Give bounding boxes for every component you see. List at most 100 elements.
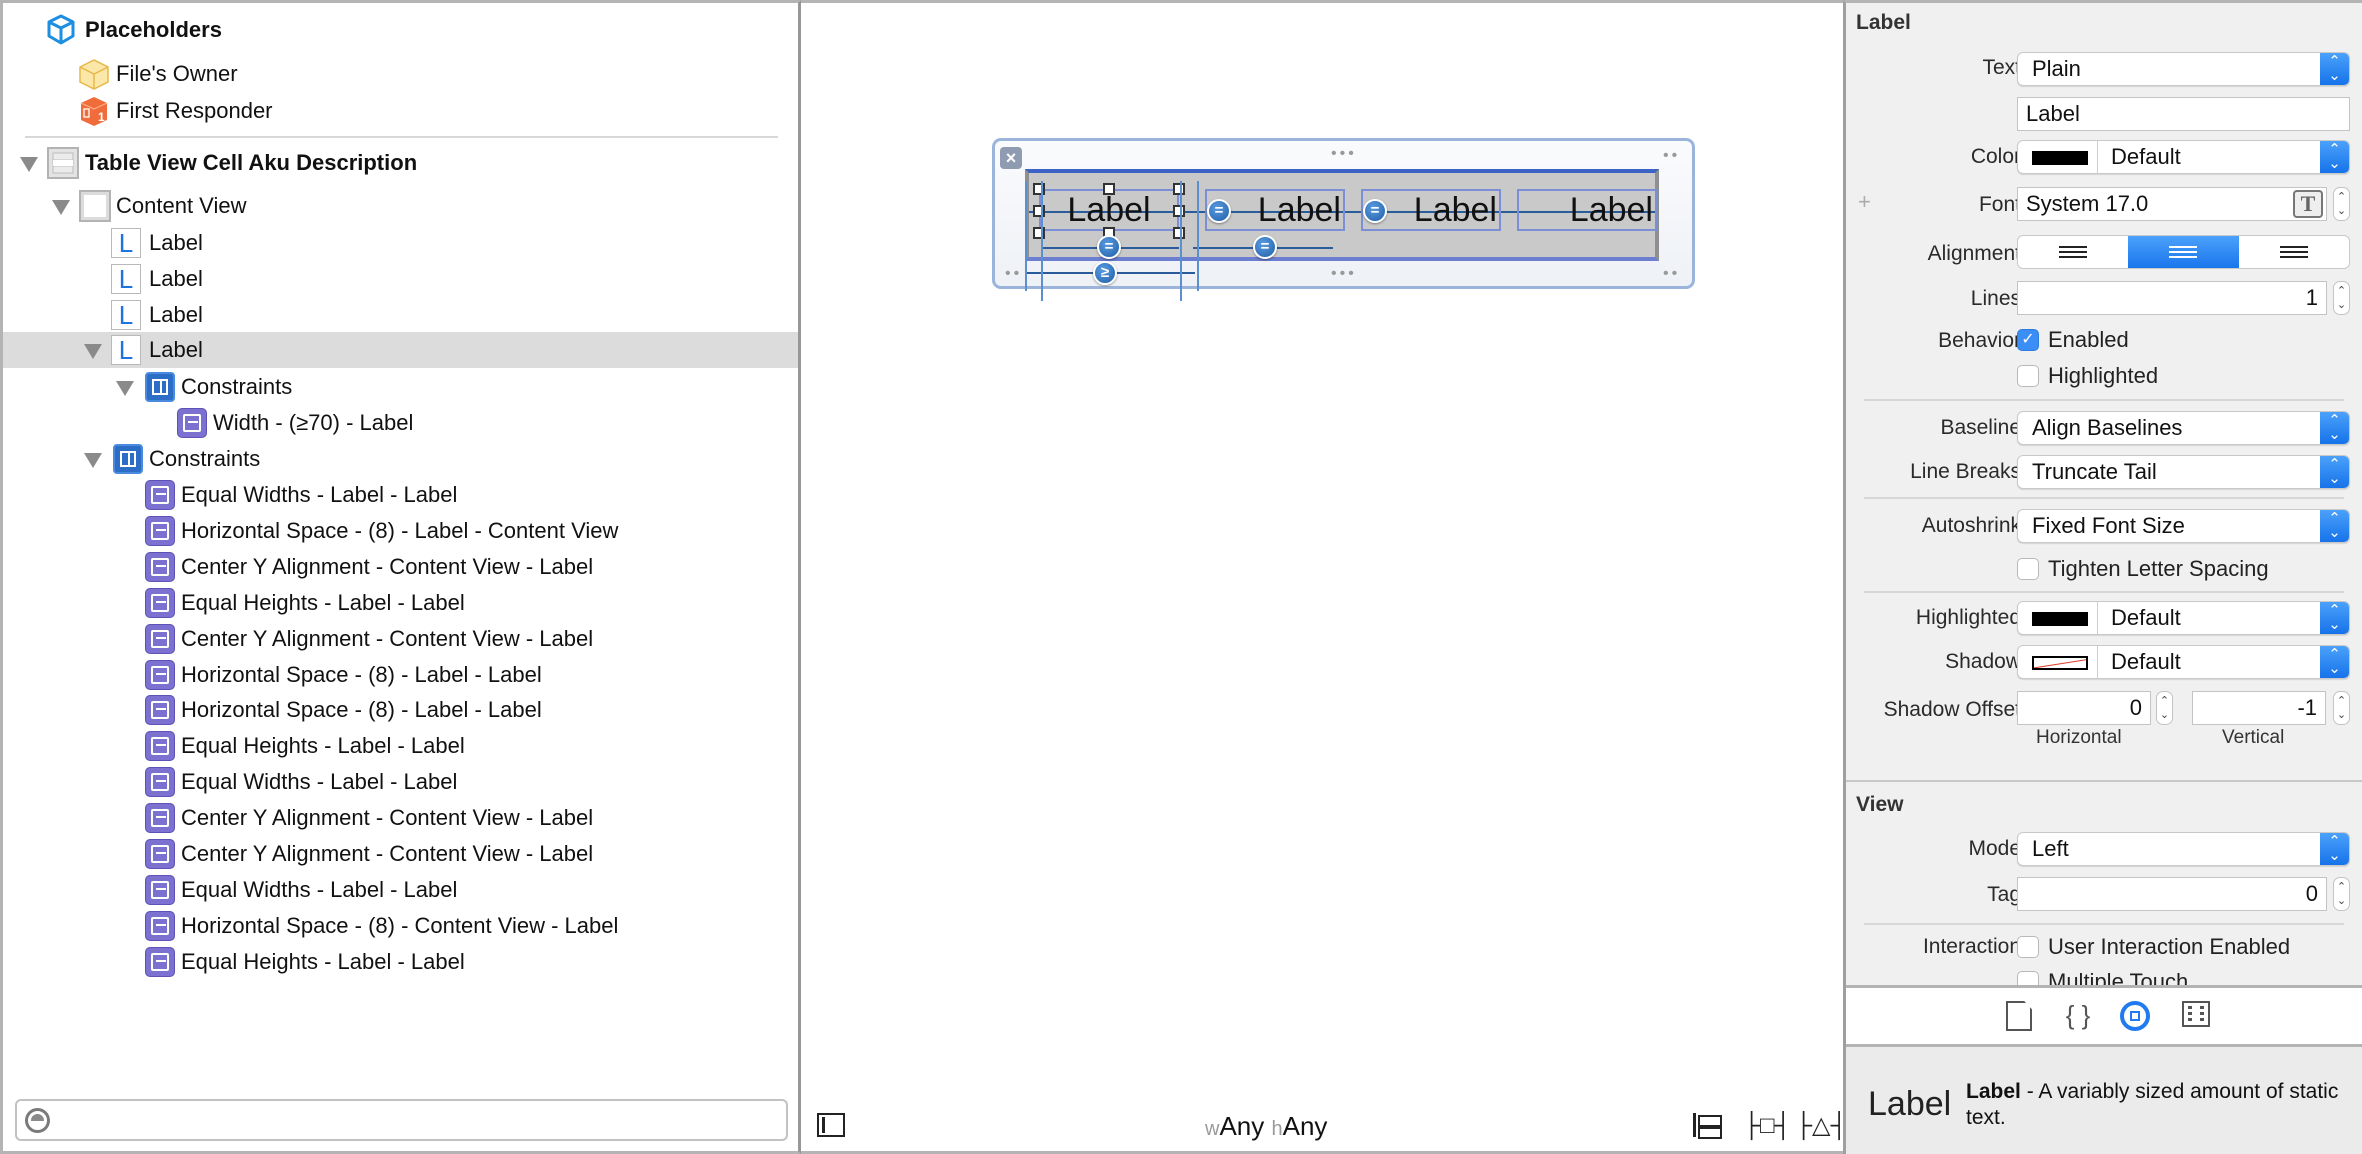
media-library-icon[interactable] bbox=[2182, 1001, 2210, 1027]
outline-item-content-view[interactable]: Content View bbox=[3, 188, 798, 224]
multiple-touch-checkbox[interactable] bbox=[2017, 971, 2039, 985]
font-size-stepper[interactable]: ⌃ ⌄ bbox=[2333, 187, 2350, 221]
outline-item-constraint[interactable]: Center Y Alignment - Content View - Labe… bbox=[3, 800, 798, 836]
file-template-library-icon[interactable] bbox=[2006, 1001, 2032, 1031]
mode-value: Left bbox=[2032, 836, 2069, 861]
toggle-document-outline-button[interactable] bbox=[817, 1113, 845, 1137]
text-type-popup[interactable]: Plain ⌃ ⌄ bbox=[2017, 52, 2350, 86]
resize-handle[interactable] bbox=[1033, 205, 1045, 217]
outline-filter-input[interactable] bbox=[61, 1105, 778, 1135]
outline-item-label[interactable]: L Label bbox=[3, 225, 798, 261]
code-snippet-library-icon[interactable]: { } bbox=[2063, 1001, 2093, 1031]
resize-handle[interactable] bbox=[1173, 183, 1185, 195]
pin-constraints-icon[interactable]: ├□┤ bbox=[1743, 1113, 1792, 1139]
outline-item-width-constraint[interactable]: Width - (≥70) - Label bbox=[3, 405, 798, 441]
disclosure-triangle-expanded-icon[interactable] bbox=[20, 157, 38, 172]
outline-item-constraint[interactable]: Equal Widths - Label - Label bbox=[3, 764, 798, 800]
tag-field[interactable] bbox=[2017, 877, 2327, 911]
align-left-segment[interactable] bbox=[2018, 236, 2128, 268]
font-picker-icon[interactable]: T bbox=[2293, 190, 2323, 218]
size-class-button[interactable]: wAny hAny bbox=[1205, 1111, 1327, 1142]
disclosure-triangle-expanded-icon[interactable] bbox=[116, 381, 134, 396]
line-breaks-popup[interactable]: Truncate Tail ⌃ ⌄ bbox=[2017, 455, 2350, 489]
content-view[interactable]: Label Label Label Label = = = = bbox=[1025, 169, 1659, 261]
canvas-label-selected[interactable]: Label bbox=[1039, 189, 1179, 231]
align-center-segment[interactable] bbox=[2128, 236, 2239, 268]
files-owner-cube-icon bbox=[79, 59, 109, 90]
constraints-group-label: Constraints bbox=[181, 374, 293, 399]
outline-item-constraint[interactable]: Equal Heights - Label - Label bbox=[3, 944, 798, 980]
object-library-icon[interactable] bbox=[2120, 1001, 2150, 1031]
align-icon[interactable] bbox=[1691, 1113, 1722, 1139]
interface-builder-canvas[interactable]: × ••• ••• •• •• •• Label Label Label Lab… bbox=[801, 0, 1847, 1154]
outline-placeholders-header[interactable]: Placeholders bbox=[3, 12, 798, 48]
user-interaction-enabled-checkbox[interactable] bbox=[2017, 936, 2039, 958]
outline-item-constraint[interactable]: Center Y Alignment - Content View - Labe… bbox=[3, 549, 798, 585]
shadow-offset-horizontal-field[interactable] bbox=[2017, 691, 2151, 725]
width-gte-badge[interactable]: ≥ bbox=[1093, 261, 1117, 285]
text-color-popup[interactable]: Default ⌃ ⌄ bbox=[2017, 140, 2350, 174]
equal-constraint-badge[interactable]: = bbox=[1207, 199, 1231, 223]
autoshrink-popup[interactable]: Fixed Font Size ⌃ ⌄ bbox=[2017, 509, 2350, 543]
outline-item-label[interactable]: L Label bbox=[3, 297, 798, 333]
equal-width-badge[interactable]: = bbox=[1097, 235, 1121, 259]
outline-item-constraint[interactable]: Horizontal Space - (8) - Label - Label bbox=[3, 692, 798, 728]
outline-item-constraint[interactable]: Center Y Alignment - Content View - Labe… bbox=[3, 836, 798, 872]
canvas-label[interactable]: Label bbox=[1517, 189, 1657, 231]
outline-item-constraint[interactable]: Horizontal Space - (8) - Label - Content… bbox=[3, 513, 798, 549]
resize-handle[interactable] bbox=[1033, 183, 1045, 195]
resize-handle[interactable] bbox=[1033, 227, 1045, 239]
equal-constraint-badge[interactable]: = bbox=[1363, 199, 1387, 223]
align-right-segment[interactable] bbox=[2239, 236, 2349, 268]
lines-stepper[interactable]: ⌃ ⌄ bbox=[2333, 281, 2350, 315]
tag-stepper[interactable]: ⌃ ⌄ bbox=[2333, 877, 2350, 911]
highlighted-checkbox[interactable] bbox=[2017, 365, 2039, 387]
outline-item-files-owner[interactable]: File's Owner bbox=[3, 56, 798, 92]
library-item-description[interactable]: Label Label - A variably sized amount of… bbox=[1846, 1047, 2362, 1154]
tighten-letter-spacing-checkbox[interactable] bbox=[2017, 558, 2039, 580]
outline-item-first-responder[interactable]: 1 First Responder bbox=[3, 93, 798, 129]
label-text-field[interactable] bbox=[2017, 97, 2350, 131]
highlighted-color-popup[interactable]: Default ⌃ ⌄ bbox=[2017, 601, 2350, 635]
attributes-inspector: Label Text Plain ⌃⌄ Color Default ⌃⌄ + F… bbox=[1843, 0, 2362, 1154]
shadow-label: Shadow bbox=[1945, 650, 2021, 673]
resize-handle[interactable] bbox=[1173, 205, 1185, 217]
outline-filter-field[interactable] bbox=[15, 1099, 788, 1141]
badge-glyph: = bbox=[1104, 238, 1114, 255]
disclosure-triangle-expanded-icon[interactable] bbox=[84, 453, 102, 468]
outline-item-constraint[interactable]: Equal Heights - Label - Label bbox=[3, 728, 798, 764]
font-field[interactable]: System 17.0 T bbox=[2017, 187, 2327, 221]
outline-item-constraint[interactable]: Equal Heights - Label - Label bbox=[3, 585, 798, 621]
table-view-cell-scene[interactable]: × ••• ••• •• •• •• Label Label Label Lab… bbox=[992, 138, 1695, 301]
outline-item-constraints[interactable]: Constraints bbox=[3, 441, 798, 477]
resize-handle[interactable] bbox=[1103, 183, 1115, 195]
shadow-vertical-stepper[interactable]: ⌃ ⌄ bbox=[2333, 691, 2350, 725]
outline-item-table-view-cell[interactable]: Table View Cell Aku Description bbox=[3, 145, 798, 181]
disclosure-triangle-expanded-icon[interactable] bbox=[84, 344, 102, 359]
outline-item-constraint[interactable]: Center Y Alignment - Content View - Labe… bbox=[3, 621, 798, 657]
constraint-text: Horizontal Space - (8) - Label - Label bbox=[181, 697, 542, 723]
enabled-checkbox[interactable]: ✓ bbox=[2017, 329, 2039, 351]
disclosure-triangle-expanded-icon[interactable] bbox=[52, 200, 70, 215]
shadow-offset-vertical-field[interactable] bbox=[2192, 691, 2326, 725]
outline-item-label-constraints[interactable]: Constraints bbox=[3, 369, 798, 405]
add-font-variation-button[interactable]: + bbox=[1858, 189, 1871, 215]
outline-item-constraint[interactable]: Equal Widths - Label - Label bbox=[3, 477, 798, 513]
shadow-horizontal-stepper[interactable]: ⌃ ⌄ bbox=[2156, 691, 2173, 725]
baseline-popup[interactable]: Align Baselines ⌃ ⌄ bbox=[2017, 411, 2350, 445]
outline-item-constraint[interactable]: Equal Widths - Label - Label bbox=[3, 872, 798, 908]
equal-width-badge[interactable]: = bbox=[1253, 235, 1277, 259]
outline-item-constraint[interactable]: Horizontal Space - (8) - Label - Label bbox=[3, 657, 798, 693]
lines-field[interactable] bbox=[2017, 281, 2327, 315]
alignment-segmented-control[interactable] bbox=[2017, 235, 2350, 269]
outline-item-label[interactable]: L Label bbox=[3, 261, 798, 297]
inspector-scroll-area[interactable]: Label Text Plain ⌃⌄ Color Default ⌃⌄ + F… bbox=[1846, 3, 2362, 985]
resize-handle[interactable] bbox=[1173, 227, 1185, 239]
outline-item-constraint[interactable]: Horizontal Space - (8) - Content View - … bbox=[3, 908, 798, 944]
close-scene-icon[interactable]: × bbox=[1000, 147, 1022, 169]
color-value: Default bbox=[2111, 144, 2181, 169]
shadow-color-popup[interactable]: Default ⌃ ⌄ bbox=[2017, 645, 2350, 679]
outline-item-label-selected[interactable]: L Label bbox=[3, 332, 798, 368]
content-mode-popup[interactable]: Left ⌃ ⌄ bbox=[2017, 832, 2350, 866]
resolve-auto-layout-icon[interactable]: ├△┤ bbox=[1795, 1113, 1847, 1139]
